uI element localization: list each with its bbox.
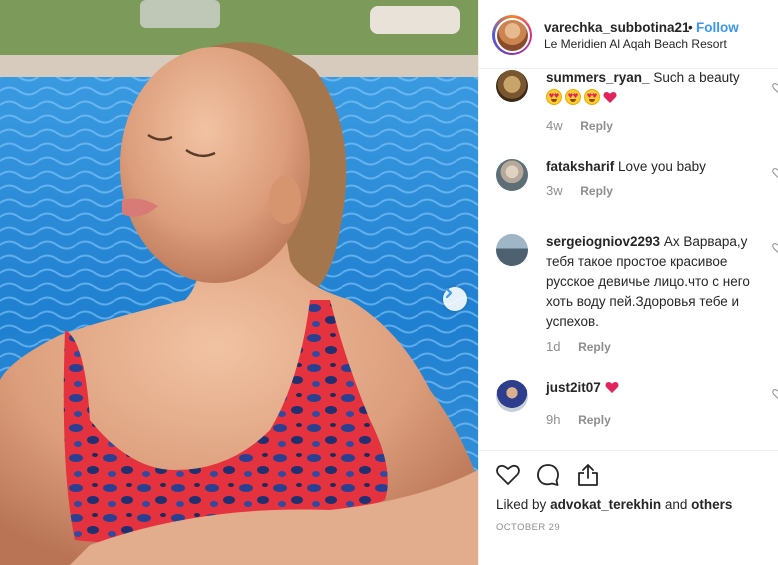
- star-struck-emoji-icon: [546, 89, 562, 105]
- heart-icon[interactable]: [772, 388, 778, 400]
- reply-button[interactable]: Reply: [578, 413, 611, 427]
- commenter-username[interactable]: fataksharif: [546, 159, 614, 174]
- header-separator: •: [688, 20, 693, 35]
- star-struck-emoji-icon: [584, 89, 600, 105]
- star-struck-emoji-icon: [565, 89, 581, 105]
- liked-prefix: Liked by: [496, 497, 547, 512]
- author-username[interactable]: varechka_subbotina21: [544, 20, 690, 35]
- chevron-right-icon: [445, 287, 453, 299]
- reply-button[interactable]: Reply: [580, 184, 613, 198]
- comment-list[interactable]: summers_ryan_ Such a beauty 4w Reply fat…: [479, 70, 778, 450]
- post-photo: [0, 0, 478, 565]
- commenter-avatar[interactable]: [496, 380, 528, 412]
- liked-others-link[interactable]: others: [691, 497, 732, 512]
- commenter-avatar[interactable]: [496, 234, 528, 266]
- comment-text: Such a beauty: [653, 70, 740, 85]
- commenter-username[interactable]: sergeiogniov2293: [546, 234, 660, 249]
- comment-age: 1d: [546, 339, 561, 354]
- heart-icon[interactable]: [495, 462, 521, 488]
- post-actions: Liked by advokat_terekhin and others OCT…: [479, 450, 778, 565]
- reply-button[interactable]: Reply: [578, 340, 611, 354]
- photo-illustration: [0, 0, 478, 565]
- comment-age: 3w: [546, 183, 563, 198]
- heart-icon[interactable]: [772, 167, 778, 179]
- next-photo-button[interactable]: [443, 287, 467, 311]
- commenter-username[interactable]: summers_ryan_: [546, 70, 650, 85]
- post-side-panel: varechka_subbotina21 • Follow Le Meridie…: [478, 0, 778, 565]
- post-location[interactable]: Le Meridien Al Aqah Beach Resort: [544, 37, 727, 51]
- commenter-username[interactable]: just2it07: [546, 380, 601, 395]
- red-heart-icon: [605, 381, 619, 393]
- liked-username[interactable]: advokat_terekhin: [550, 497, 661, 512]
- commenter-avatar[interactable]: [496, 70, 528, 102]
- heart-icon[interactable]: [772, 82, 778, 94]
- share-icon[interactable]: [575, 462, 601, 488]
- comment-age: 4w: [546, 118, 563, 133]
- reply-button[interactable]: Reply: [580, 119, 613, 133]
- comment-age: 9h: [546, 412, 561, 427]
- comment-icon[interactable]: [535, 462, 561, 488]
- comment-text: Love you baby: [618, 159, 706, 174]
- red-heart-icon: [603, 91, 617, 103]
- heart-icon[interactable]: [772, 242, 778, 254]
- follow-button[interactable]: Follow: [696, 20, 739, 35]
- likes-summary: Liked by advokat_terekhin and others: [496, 497, 732, 512]
- commenter-avatar[interactable]: [496, 159, 528, 191]
- post-header: varechka_subbotina21 • Follow Le Meridie…: [479, 0, 778, 69]
- author-avatar[interactable]: [492, 15, 532, 55]
- liked-and: and: [664, 497, 688, 512]
- post-date[interactable]: OCTOBER 29: [496, 522, 560, 533]
